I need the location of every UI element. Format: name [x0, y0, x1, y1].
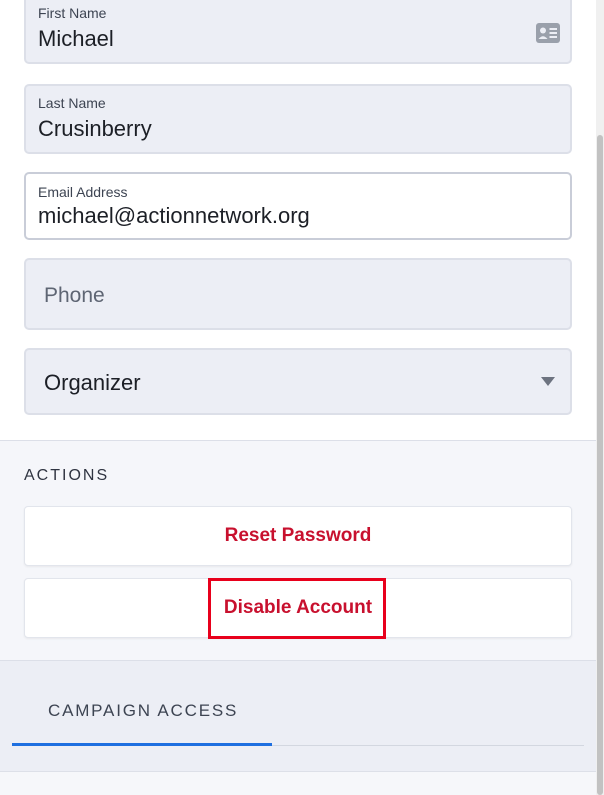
email-field[interactable]: Email Address michael@actionnetwork.org — [24, 172, 572, 240]
profile-form: First Name Michael Last Name Crusinberry… — [0, 0, 596, 440]
active-tab-indicator — [12, 743, 272, 746]
last-name-label: Last Name — [38, 95, 106, 111]
scrollbar-thumb[interactable] — [597, 135, 603, 795]
first-name-field[interactable]: First Name Michael — [24, 0, 572, 64]
email-value: michael@actionnetwork.org — [38, 203, 310, 228]
phone-input[interactable]: Phone — [24, 258, 572, 330]
campaign-access-panel — [0, 771, 596, 795]
campaign-access-section: CAMPAIGN ACCESS — [0, 661, 596, 795]
actions-heading: ACTIONS — [24, 467, 110, 484]
first-name-label: First Name — [38, 5, 107, 21]
phone-placeholder: Phone — [44, 284, 105, 307]
role-value: Organizer — [44, 370, 141, 395]
role-select[interactable]: Organizer — [24, 348, 572, 415]
tab-divider — [272, 745, 584, 746]
email-label: Email Address — [38, 184, 128, 200]
last-name-field[interactable]: Last Name Crusinberry — [24, 84, 572, 154]
contact-card-icon — [536, 23, 560, 43]
chevron-down-icon — [541, 377, 555, 386]
disable-account-button[interactable]: Disable Account — [24, 578, 572, 638]
actions-section: ACTIONS Reset Password Disable Account — [0, 440, 596, 661]
first-name-value: Michael — [38, 26, 114, 51]
tab-campaign-access[interactable]: CAMPAIGN ACCESS — [12, 681, 272, 746]
page-scrollbar[interactable] — [596, 0, 604, 795]
reset-password-button[interactable]: Reset Password — [24, 506, 572, 566]
tab-campaign-access-label: CAMPAIGN ACCESS — [48, 701, 239, 720]
last-name-value: Crusinberry — [38, 116, 152, 141]
user-edit-page: First Name Michael Last Name Crusinberry… — [0, 0, 604, 795]
